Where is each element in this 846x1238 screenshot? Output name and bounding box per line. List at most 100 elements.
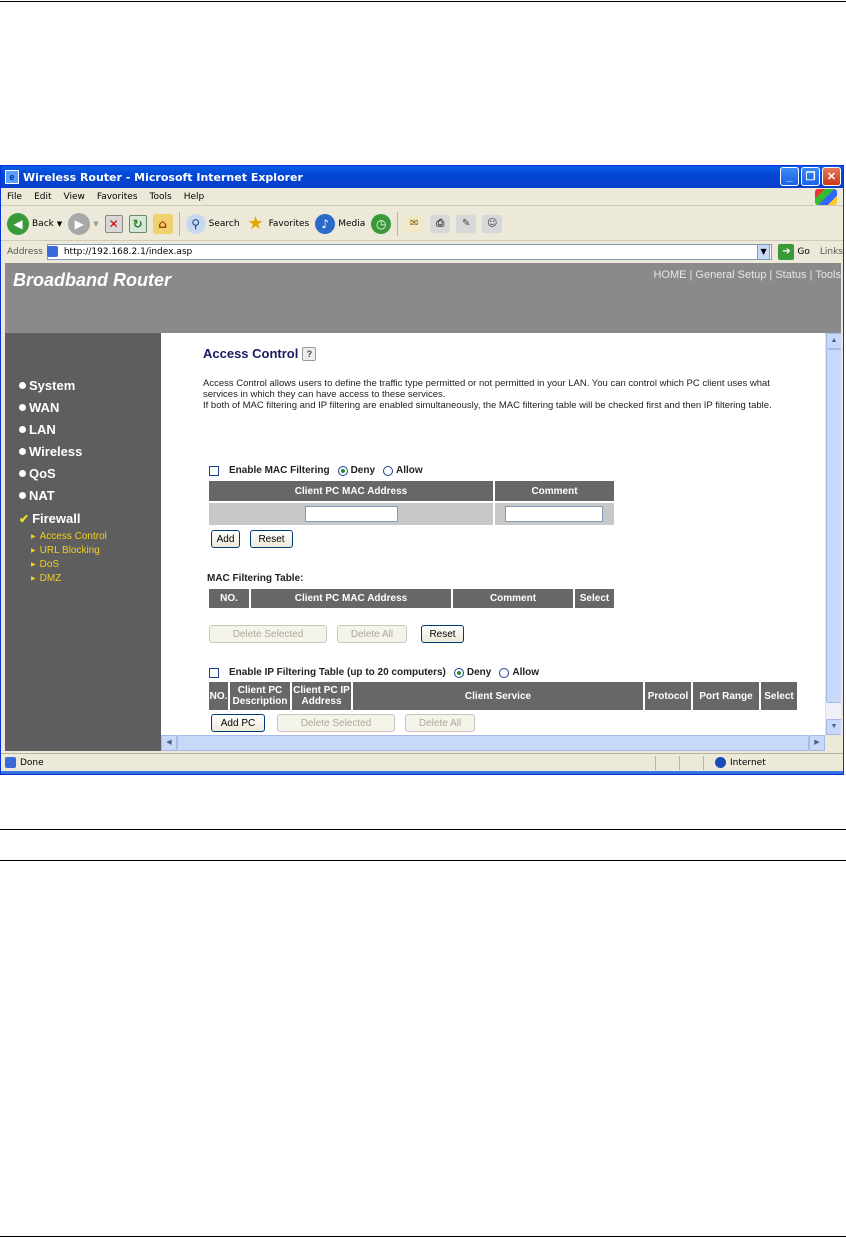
add-button[interactable]: Add xyxy=(211,530,240,548)
ip-deny-radio[interactable] xyxy=(453,667,464,678)
mac-comment-input[interactable] xyxy=(505,506,603,522)
security-zone: Internet xyxy=(715,757,766,768)
brand-title: Broadband Router xyxy=(13,270,172,290)
bullet-icon xyxy=(19,492,26,499)
horizontal-scroll-thumb[interactable] xyxy=(177,735,809,751)
ip-col-ip-address: Client PC IP Address xyxy=(292,682,351,710)
horizontal-scrollbar[interactable]: ◀ ▶ xyxy=(161,735,825,751)
history-icon[interactable]: ◷ xyxy=(371,213,392,234)
scroll-right-icon[interactable]: ▶ xyxy=(809,735,825,751)
page-title: Access Control ? xyxy=(203,346,317,361)
home-icon[interactable]: ⌂ xyxy=(152,213,173,234)
enable-ip-filter-checkbox[interactable] xyxy=(209,667,219,678)
mac-address-input[interactable] xyxy=(305,506,398,522)
delete-selected-button[interactable]: Delete Selected xyxy=(209,625,327,643)
zone-label: Internet xyxy=(730,757,766,768)
bullet-icon xyxy=(19,470,26,477)
sidebar-subitem-dos[interactable]: ▶ DoS xyxy=(31,559,59,570)
nav-status[interactable]: Status xyxy=(775,269,806,281)
nav-general-setup[interactable]: General Setup xyxy=(695,269,766,281)
router-header: Broadband Router HOME | General Setup | … xyxy=(5,263,841,333)
mac-deny-radio[interactable] xyxy=(337,465,348,476)
sidebar-item-wan[interactable]: WAN xyxy=(19,400,59,415)
links-button[interactable]: Links xyxy=(820,247,843,257)
forward-button[interactable]: ▶ ▼ xyxy=(68,212,99,235)
windows-logo-icon xyxy=(815,189,837,205)
nav-separator: | xyxy=(809,269,813,281)
print-icon[interactable]: ⎙ xyxy=(430,214,451,233)
sidebar-subitem-access-control[interactable]: ▶ Access Control xyxy=(31,531,107,542)
ie-icon: e xyxy=(5,170,19,184)
close-button[interactable]: ✕ xyxy=(822,167,841,186)
sidebar-subitem-dmz[interactable]: ▶ DMZ xyxy=(31,573,61,584)
ip-delete-all-button[interactable]: Delete All xyxy=(405,714,475,732)
back-dropdown-icon[interactable]: ▼ xyxy=(57,220,62,228)
arrow-right-icon: ▶ xyxy=(31,548,36,554)
address-input[interactable] xyxy=(46,244,772,260)
check-icon: ✔ xyxy=(19,511,30,526)
toolbar-separator xyxy=(397,211,399,236)
sidebar-item-qos[interactable]: QoS xyxy=(19,466,56,481)
sidebar: System WAN LAN Wireless QoS NAT ✔ Firewal… xyxy=(5,333,161,751)
menu-edit[interactable]: Edit xyxy=(34,192,51,202)
reset-button[interactable]: Reset xyxy=(250,530,293,548)
subitem-label: DMZ xyxy=(39,573,62,584)
back-label: Back xyxy=(32,218,54,229)
ip-allow-radio[interactable] xyxy=(499,667,510,678)
favorites-button[interactable]: ★ Favorites xyxy=(246,213,309,234)
media-label: Media xyxy=(338,218,366,229)
edit-icon[interactable]: ✎ xyxy=(456,214,477,233)
sidebar-item-nat[interactable]: NAT xyxy=(19,488,55,503)
toolbar: ◀ Back ▼ ▶ ▼ ✕ ↻ ⌂ ⚲ Search ★ Favorites … xyxy=(1,207,843,241)
mac-allow-label: Allow xyxy=(396,465,423,476)
sidebar-item-wireless[interactable]: Wireless xyxy=(19,444,82,459)
page-icon xyxy=(47,246,58,257)
scroll-up-icon[interactable]: ▲ xyxy=(826,333,841,349)
minimize-button[interactable]: _ xyxy=(780,167,799,186)
sidebar-item-label: Wireless xyxy=(29,444,83,459)
sidebar-item-lan[interactable]: LAN xyxy=(19,422,56,437)
add-pc-button[interactable]: Add PC xyxy=(211,714,265,732)
ip-delete-selected-button[interactable]: Delete Selected xyxy=(277,714,395,732)
stop-icon[interactable]: ✕ xyxy=(104,214,123,233)
messenger-icon[interactable]: ☺ xyxy=(482,214,503,233)
mac-filter-row: Enable MAC Filtering Deny Allow xyxy=(209,465,423,476)
vertical-scrollbar[interactable]: ▲ ▼ xyxy=(825,333,841,735)
mac-table-reset-button[interactable]: Reset xyxy=(421,625,464,643)
mac-allow-radio[interactable] xyxy=(383,465,394,476)
back-button[interactable]: ◀ Back ▼ xyxy=(7,212,62,235)
nav-home[interactable]: HOME xyxy=(653,269,686,281)
scroll-down-icon[interactable]: ▼ xyxy=(826,719,841,735)
address-dropdown-icon[interactable]: ▼ xyxy=(756,244,771,260)
title-bar[interactable]: e Wireless Router - Microsoft Internet E… xyxy=(1,166,843,188)
sidebar-item-label: WAN xyxy=(29,400,60,415)
menu-favorites[interactable]: Favorites xyxy=(97,192,138,202)
nav-tools[interactable]: Tools xyxy=(815,269,841,281)
go-button[interactable]: ➔ Go xyxy=(778,244,810,260)
arrow-right-icon: ▶ xyxy=(31,534,36,540)
enable-mac-filter-checkbox[interactable] xyxy=(209,465,219,476)
sidebar-item-system[interactable]: System xyxy=(19,378,75,393)
bullet-icon xyxy=(19,448,26,455)
scroll-left-icon[interactable]: ◀ xyxy=(161,735,177,751)
help-icon[interactable]: ? xyxy=(302,346,317,361)
search-button[interactable]: ⚲ Search xyxy=(185,213,240,234)
refresh-icon[interactable]: ↻ xyxy=(128,214,147,233)
media-button[interactable]: ♪ Media xyxy=(315,213,366,234)
delete-all-button[interactable]: Delete All xyxy=(337,625,407,643)
sidebar-item-firewall[interactable]: ✔ Firewall xyxy=(19,511,80,526)
menu-help[interactable]: Help xyxy=(184,192,205,202)
sidebar-subitem-url-blocking[interactable]: ▶ URL Blocking xyxy=(31,545,100,556)
menu-view[interactable]: View xyxy=(64,192,85,202)
menu-tools[interactable]: Tools xyxy=(150,192,172,202)
mail-icon[interactable]: ✉ xyxy=(404,214,425,233)
ip-col-no: NO. xyxy=(209,682,228,710)
status-cell xyxy=(679,756,680,770)
forward-dropdown-icon[interactable]: ▼ xyxy=(93,220,98,228)
menu-bar: File Edit View Favorites Tools Help xyxy=(1,188,843,206)
maximize-button[interactable]: ❐ xyxy=(801,167,820,186)
vertical-scroll-thumb[interactable] xyxy=(826,349,841,703)
menu-file[interactable]: File xyxy=(7,192,22,202)
ip-col-protocol: Protocol xyxy=(645,682,691,710)
enable-mac-filter-label: Enable MAC Filtering xyxy=(229,465,330,476)
